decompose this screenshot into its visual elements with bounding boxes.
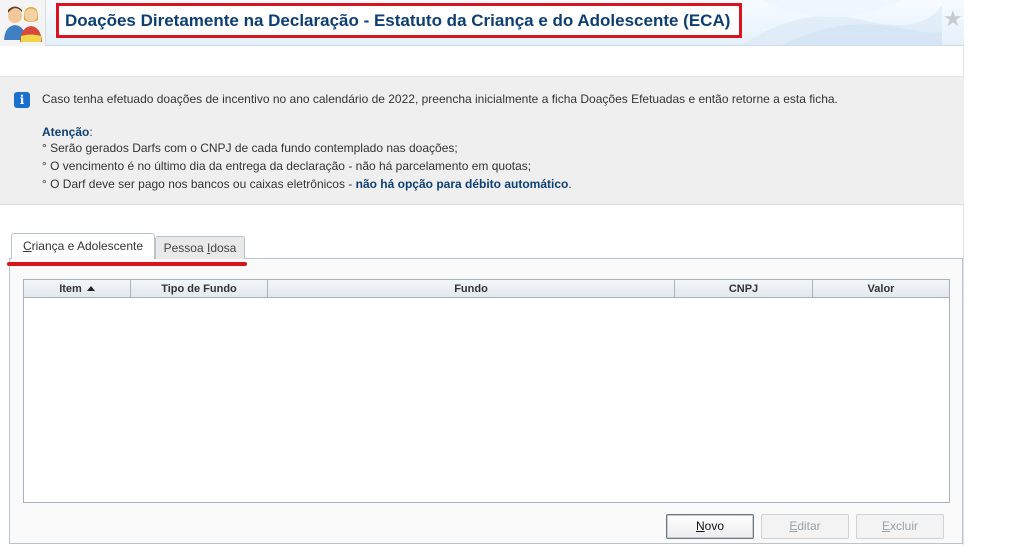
table-header: Item Tipo de Fundo Fundo CNPJ Valor [24, 280, 949, 298]
attention-bullet: ° O vencimento é no último dia da entreg… [42, 159, 532, 173]
bullet-text: ° O Darf deve ser pago nos bancos ou cai… [42, 177, 356, 191]
button-label: ditar [797, 519, 821, 533]
page-title: Doações Diretamente na Declaração - Esta… [65, 11, 731, 30]
tab-label: riança e Adolescente [31, 239, 144, 253]
donations-table[interactable]: Item Tipo de Fundo Fundo CNPJ Valor [23, 279, 950, 503]
column-header-cnpj[interactable]: CNPJ [675, 280, 813, 298]
attention-colon: : [89, 125, 93, 139]
attention-label: Atenção [42, 125, 90, 139]
attention-line: Atenção: [42, 125, 93, 139]
attention-bullet: ° O Darf deve ser pago nos bancos ou cai… [42, 177, 572, 191]
sort-ascending-icon [86, 286, 95, 291]
tab-crianca-adolescente[interactable]: Criança e Adolescente [11, 233, 155, 259]
bullet-end: . [568, 177, 572, 191]
mnemonic: N [695, 519, 705, 533]
button-label: ovo [704, 519, 725, 533]
mnemonic: E [881, 519, 890, 533]
info-icon: i [14, 92, 30, 108]
tab-label-end: dosa [210, 241, 237, 255]
info-message: Caso tenha efetuado doações de incentivo… [42, 92, 838, 106]
excluir-button[interactable]: Excluir [856, 514, 944, 539]
column-header-tipo-fundo[interactable]: Tipo de Fundo [131, 280, 268, 298]
column-header-item[interactable]: Item [24, 280, 131, 298]
tab-label: Pessoa [163, 241, 207, 255]
novo-button[interactable]: Novo [666, 514, 754, 539]
users-avatar-icon [0, 0, 46, 46]
tab-pessoa-idosa[interactable]: Pessoa Idosa [155, 236, 245, 259]
header-decoration [742, 0, 942, 45]
button-label: xcluir [890, 519, 919, 533]
app-window: Doações Diretamente na Declaração - Esta… [0, 0, 964, 546]
column-header-fundo[interactable]: Fundo [268, 280, 675, 298]
bullet-emphasis: não há opção para débito automático [355, 177, 569, 191]
column-header-valor[interactable]: Valor [813, 280, 949, 298]
page-title-box: Doações Diretamente na Declaração - Esta… [56, 3, 742, 38]
active-tab-highlight [7, 262, 247, 266]
page-header: Doações Diretamente na Declaração - Esta… [0, 0, 964, 46]
star-icon[interactable]: ★ [943, 8, 963, 30]
column-label: Item [59, 283, 82, 295]
tab-mnemonic: C [22, 239, 32, 253]
editar-button[interactable]: Editar [761, 514, 849, 539]
attention-bullet: ° Serão gerados Darfs com o CNPJ de cada… [42, 141, 458, 155]
